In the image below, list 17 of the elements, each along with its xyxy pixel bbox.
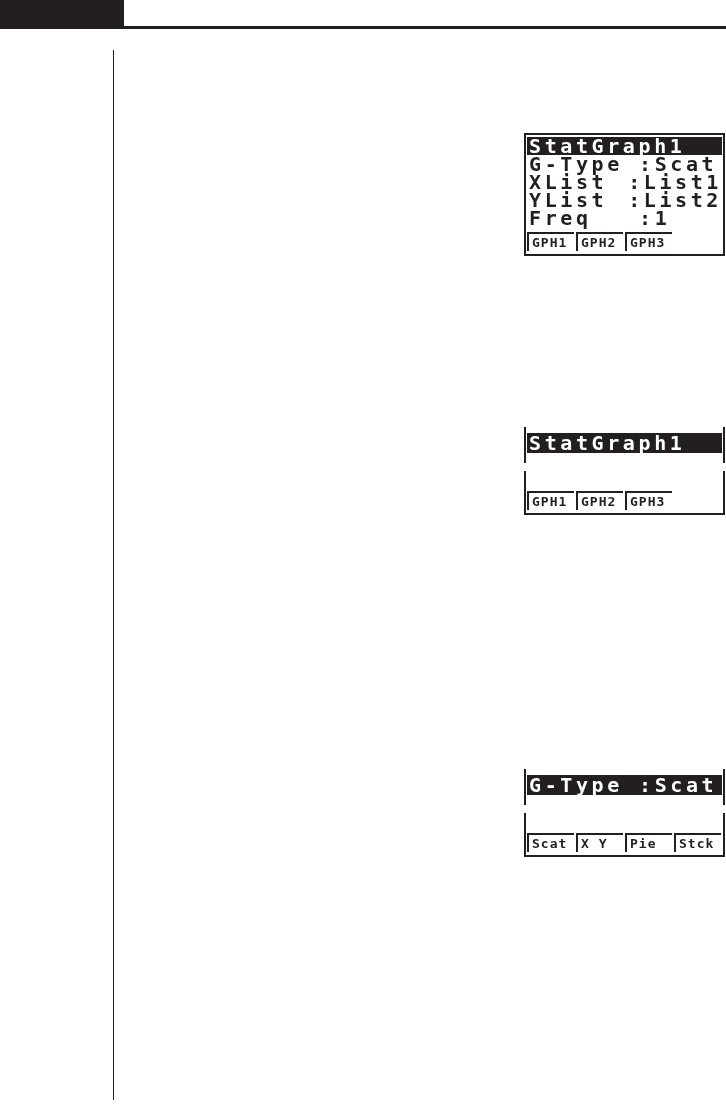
- setting-row[interactable]: StatGraph1: [527, 433, 722, 453]
- setting-row[interactable]: G-Type :Scat: [527, 155, 722, 173]
- function-key-tab[interactable]: Scat: [527, 833, 574, 852]
- setting-row[interactable]: YList :List2: [527, 191, 722, 209]
- function-key-tab[interactable]: Stck: [674, 833, 721, 852]
- function-key-tab[interactable]: Pie: [625, 833, 672, 852]
- function-key-tab[interactable]: GPH2: [576, 491, 623, 510]
- function-key-tab[interactable]: X Y: [576, 833, 623, 852]
- setting-row[interactable]: Freq :1: [527, 209, 722, 227]
- function-key-tab[interactable]: GPH1: [527, 232, 574, 251]
- function-key-tab[interactable]: GPH3: [625, 232, 672, 251]
- function-key-tab[interactable]: GPH1: [527, 491, 574, 510]
- setting-row[interactable]: StatGraph1: [527, 137, 722, 155]
- setting-row[interactable]: XList :List1: [527, 173, 722, 191]
- setting-row[interactable]: G-Type :Scat: [527, 775, 722, 795]
- function-key-tab[interactable]: GPH2: [576, 232, 623, 251]
- function-key-tab[interactable]: GPH3: [625, 491, 672, 510]
